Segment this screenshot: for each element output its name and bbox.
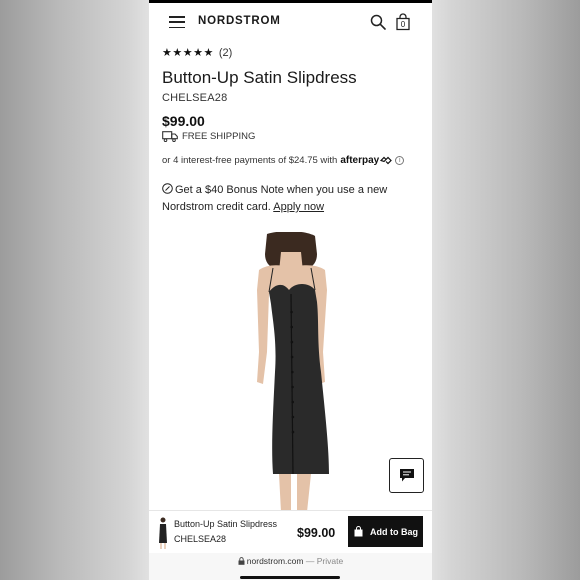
chat-button[interactable] (389, 458, 424, 493)
product-price: $99.00 (162, 113, 205, 129)
product-title: Button-Up Satin Slipdress (162, 68, 357, 87)
site-logo[interactable]: NORDSTROM (198, 15, 281, 27)
site-header: NORDSTROM 0 (149, 3, 432, 41)
add-to-bag-button[interactable]: Add to Bag (348, 516, 423, 547)
private-mode-label: Private (316, 556, 344, 566)
afterpay-mark-icon (380, 156, 393, 165)
bonus-note-offer: Get a $40 Bonus Note when you use a new … (162, 182, 412, 216)
phone-screen: NORDSTROM 0 ★★★★★ (2) Button-Up Satin Sl… (149, 0, 432, 580)
apply-now-link[interactable]: Apply now (273, 201, 324, 213)
shopping-bag-icon[interactable]: 0 (394, 13, 412, 31)
sticky-product-sku: CHELSEA28 (174, 534, 227, 544)
product-sku: CHELSEA28 (162, 92, 228, 104)
afterpay-logo: afterpay (340, 155, 380, 166)
shopping-bag-icon (354, 526, 363, 537)
lock-icon (238, 557, 245, 565)
add-to-bag-label: Add to Bag (370, 526, 418, 537)
sticky-add-to-bag-bar: Button-Up Satin Slipdress CHELSEA28 $99.… (149, 510, 432, 553)
hamburger-menu-icon[interactable] (169, 16, 185, 28)
sticky-product-price: $99.00 (297, 526, 336, 540)
nordstrom-note-icon (162, 183, 173, 194)
rating-count: (2) (218, 46, 233, 59)
chat-icon (399, 469, 414, 482)
product-thumbnail (159, 517, 167, 549)
bag-count: 0 (400, 20, 406, 29)
product-rating[interactable]: ★★★★★ (2) (162, 46, 233, 60)
shipping-info: FREE SHIPPING (162, 131, 255, 142)
sticky-product-name: Button-Up Satin Slipdress (174, 519, 278, 529)
afterpay-offer: or 4 interest-free payments of $24.75 wi… (162, 155, 405, 166)
url-domain: nordstrom.com (246, 556, 304, 566)
shipping-label: FREE SHIPPING (182, 131, 256, 142)
home-indicator[interactable] (240, 576, 340, 579)
search-icon[interactable] (370, 14, 386, 30)
model-in-dress-image (257, 232, 329, 512)
product-image[interactable] (201, 232, 391, 512)
truck-icon (162, 131, 178, 142)
afterpay-text: or 4 interest-free payments of $24.75 wi… (162, 155, 338, 166)
info-icon[interactable]: i (395, 156, 405, 165)
rating-stars: ★★★★★ (162, 47, 214, 59)
url-separator: — (305, 556, 315, 566)
